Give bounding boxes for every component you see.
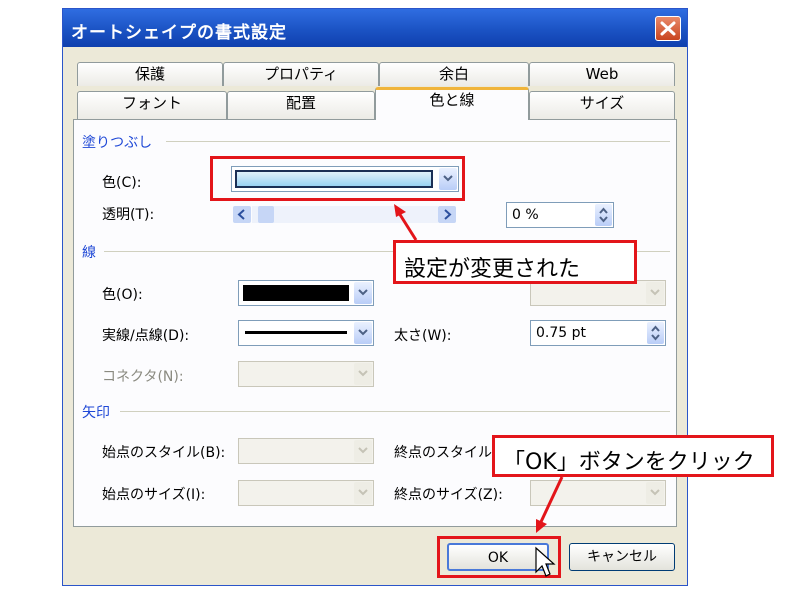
mouse-pointer-icon: [535, 546, 556, 577]
arrow-to-fill-color: [394, 204, 418, 241]
tab-colors-and-lines[interactable]: 色と線: [375, 87, 529, 120]
arrow-to-ok-button: [536, 476, 564, 533]
